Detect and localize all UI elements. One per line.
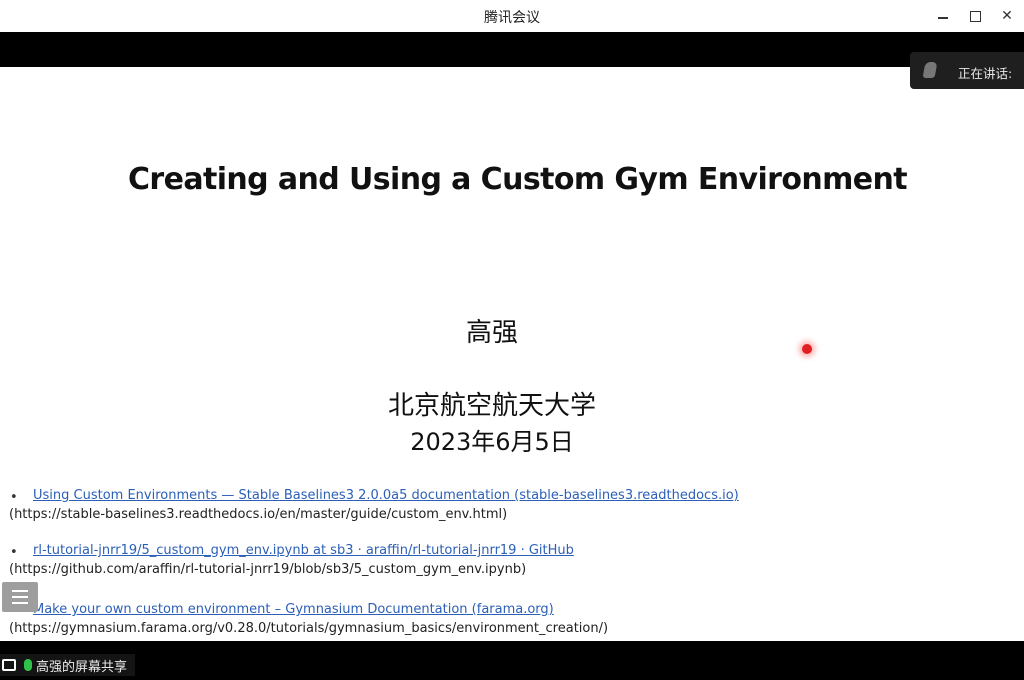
bullet: • <box>10 490 18 505</box>
microphone-icon <box>24 659 32 671</box>
top-black-strip <box>0 32 1024 67</box>
bottom-bar: 高强的屏幕共享 <box>0 641 1024 680</box>
reference-list: • Using Custom Environments — Stable Bas… <box>0 487 1024 656</box>
laser-pointer-icon <box>802 344 812 354</box>
close-button[interactable]: ✕ <box>992 4 1022 28</box>
reference-link[interactable]: Make your own custom environment – Gymna… <box>33 602 554 617</box>
close-icon: ✕ <box>1001 8 1013 24</box>
slide-date: 2023年6月5日 <box>410 428 574 456</box>
shared-slide: Creating and Using a Custom Gym Environm… <box>0 67 1024 641</box>
minimize-button[interactable] <box>928 4 958 28</box>
slide-author: 高强 <box>465 318 518 348</box>
menu-icon-line <box>12 596 28 598</box>
reference-url: (https://gymnasium.farama.org/v0.28.0/tu… <box>9 621 609 636</box>
maximize-button[interactable] <box>960 4 990 28</box>
reference-item: • Using Custom Environments — Stable Bas… <box>0 487 1024 542</box>
speaker-avatar-icon <box>922 62 938 78</box>
speaking-label: 正在讲话: <box>958 66 1013 81</box>
screen-share-label: 高强的屏幕共享 <box>36 659 128 675</box>
reference-link[interactable]: Using Custom Environments — Stable Basel… <box>33 488 739 503</box>
reference-url: (https://github.com/araffin/rl-tutorial-… <box>9 562 527 577</box>
screen-share-tag[interactable]: 高强的屏幕共享 <box>0 654 136 676</box>
reference-url: (https://stable-baselines3.readthedocs.i… <box>9 507 508 522</box>
minimize-icon <box>938 17 948 19</box>
reference-item: • rl-tutorial-jnrr19/5_custom_gym_env.ip… <box>0 542 1024 597</box>
slide-title: Creating and Using a Custom Gym Environm… <box>127 162 908 197</box>
screen-share-icon <box>2 659 16 671</box>
side-panel-toggle-button[interactable] <box>2 582 38 612</box>
maximize-icon <box>969 10 981 22</box>
bullet: • <box>10 545 18 560</box>
speaking-indicator: 正在讲话: <box>910 52 1024 89</box>
reference-link[interactable]: rl-tutorial-jnrr19/5_custom_gym_env.ipyn… <box>33 543 574 558</box>
window-title: 腾讯会议 <box>484 10 540 26</box>
slide-university: 北京航空航天大学 <box>387 391 596 421</box>
menu-icon-line <box>12 602 28 604</box>
window-title-bar: 腾讯会议 ✕ <box>0 0 1024 33</box>
menu-icon-line <box>12 590 28 592</box>
